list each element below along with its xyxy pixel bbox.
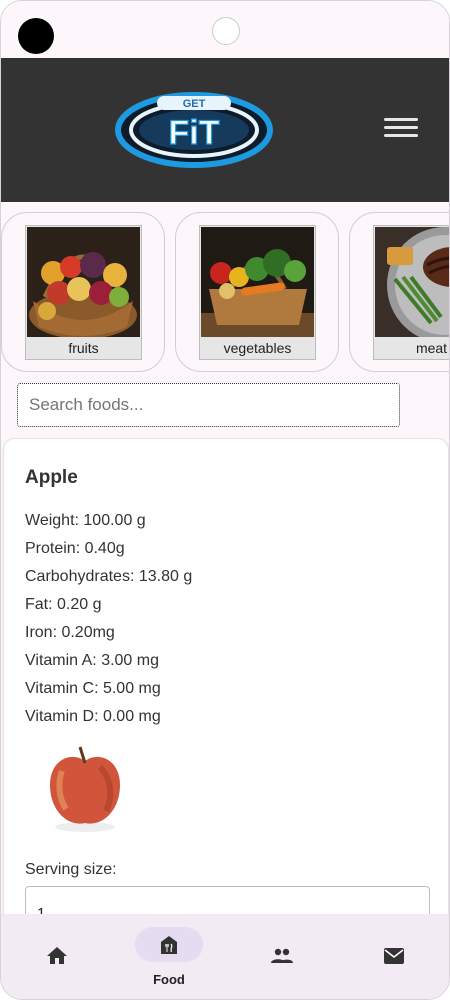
category-label: vegetables — [223, 340, 292, 356]
nutrient-vitamin-c: Vitamin C: 5.00 mg — [25, 680, 161, 697]
vegetable-basket-image — [201, 227, 314, 337]
people-icon — [271, 948, 293, 963]
category-card-vegetables[interactable]: vegetables — [175, 212, 339, 372]
fruit-basket-image — [27, 227, 140, 337]
food-card: Apple Weight: 100.00 g Protein: 0.40g Ca… — [3, 438, 449, 914]
app-header: GET FiT — [1, 58, 449, 202]
category-card-meat[interactable]: meat — [349, 212, 449, 372]
food-details-section: Apple Weight: 100.00 g Protein: 0.40g Ca… — [1, 438, 449, 914]
nutrient-carbohydrates: Carbohydrates: 13.80 g — [25, 568, 193, 585]
nav-label-food: Food — [153, 972, 185, 987]
apple-image — [50, 746, 120, 832]
svg-text:GET: GET — [183, 98, 206, 110]
hamburger-menu-button[interactable] — [381, 113, 421, 145]
nutrient-protein: Protein: 0.40g — [25, 540, 125, 557]
phone-screen: GET FiT fruits vegetables meat Search fo… — [0, 0, 450, 1000]
bottom-navigation: Food — [1, 914, 449, 999]
category-carousel: fruits vegetables meat — [1, 212, 449, 374]
nutrient-fat: Fat: 0.20 g — [25, 596, 102, 613]
status-bar — [1, 1, 449, 58]
food-name: Apple — [25, 467, 78, 488]
menu-line — [384, 134, 418, 137]
nutrient-weight: Weight: 100.00 g — [25, 512, 146, 529]
nav-home[interactable] — [1, 914, 113, 999]
mail-icon — [384, 948, 404, 964]
search-input[interactable] — [17, 383, 400, 427]
category-label: meat — [415, 340, 448, 356]
svg-text:FiT: FiT — [169, 114, 220, 152]
category-card-fruits[interactable]: fruits — [1, 212, 165, 372]
nav-people[interactable] — [226, 914, 338, 999]
nav-food[interactable]: Food — [113, 914, 225, 999]
category-frame: vegetables — [199, 225, 316, 360]
category-label: fruits — [68, 340, 99, 356]
serving-size-label: Serving size: — [25, 861, 117, 878]
steak-plate-image — [375, 227, 449, 337]
nutrient-vitamin-a: Vitamin A: 3.00 mg — [25, 652, 159, 669]
nutrient-vitamin-d: Vitamin D: 0.00 mg — [25, 708, 161, 725]
get-fit-logo: GET FiT — [115, 92, 273, 168]
home-icon — [47, 947, 67, 964]
nutrient-iron: Iron: 0.20mg — [25, 624, 115, 641]
restaurant-icon — [161, 936, 177, 954]
serving-size-input[interactable] — [25, 886, 430, 914]
sensor-icon — [212, 17, 240, 45]
nav-mail[interactable] — [338, 914, 449, 999]
camera-icon — [18, 18, 54, 54]
category-frame: fruits — [25, 225, 142, 360]
category-frame: meat — [373, 225, 449, 360]
menu-line — [384, 126, 418, 129]
menu-line — [384, 118, 418, 121]
nutrient-list: Weight: 100.00 g Protein: 0.40g Carbohyd… — [25, 507, 192, 731]
